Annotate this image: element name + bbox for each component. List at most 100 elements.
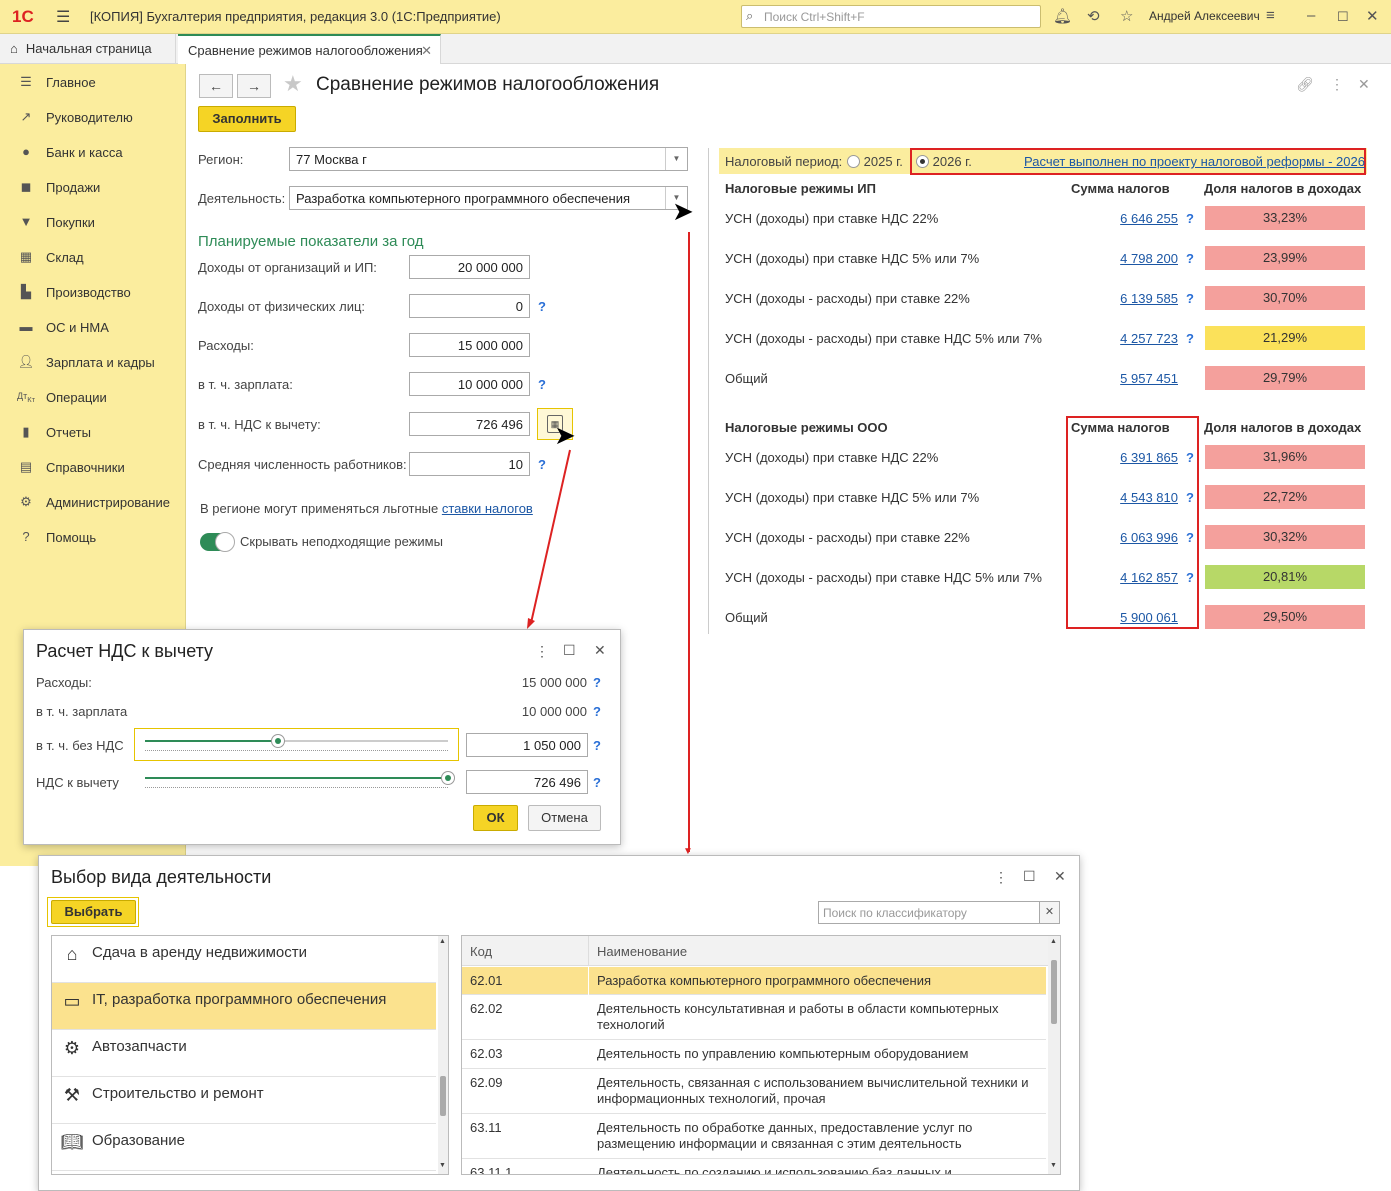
category-item[interactable]: ⚙ Автозапчасти xyxy=(52,1030,436,1077)
no-vat-input[interactable]: 1 050 000 xyxy=(466,733,588,757)
table-row[interactable]: 63.11 Деятельность по обработке данных, … xyxy=(462,1114,1046,1159)
favorites-star-icon[interactable]: ☆ xyxy=(1120,7,1133,25)
sidebar-item-assets[interactable]: ▬ ОС и НМА xyxy=(0,309,186,344)
scroll-up-icon[interactable]: ▲ xyxy=(1050,938,1057,945)
sidebar-item-main[interactable]: ☰ Главное xyxy=(0,64,186,99)
tax-sum-link[interactable]: 4 257 723 xyxy=(1108,331,1178,346)
tab-tax-comparison[interactable]: Сравнение режимов налогообложения ✕ xyxy=(178,34,441,64)
help-icon[interactable]: ? xyxy=(593,738,601,753)
employees-input[interactable]: 10 xyxy=(409,452,530,476)
tax-sum-link[interactable]: 4 543 810 xyxy=(1108,490,1178,505)
salary-input[interactable]: 10 000 000 xyxy=(409,372,530,396)
table-row[interactable]: 62.02 Деятельность консультативная и раб… xyxy=(462,995,1046,1040)
select-button[interactable]: Выбрать xyxy=(51,900,136,924)
sidebar-item-help[interactable]: ? Помощь xyxy=(0,519,186,554)
vat-deduction-input[interactable]: 726 496 xyxy=(409,412,530,436)
maximize-icon[interactable]: ☐ xyxy=(1023,868,1036,885)
bell-icon[interactable]: 🔔︎ xyxy=(1053,7,1072,25)
clear-search-icon[interactable]: ✕ xyxy=(1039,901,1060,924)
tax-sum-link[interactable]: 6 391 865 xyxy=(1108,450,1178,465)
category-scrollbar[interactable]: ▲ ▼ xyxy=(438,936,448,1174)
table-row[interactable]: 63.11.1 Деятельность по созданию и испол… xyxy=(462,1159,1046,1174)
tax-sum-link[interactable]: 6 139 585 xyxy=(1108,291,1178,306)
tab-close-icon[interactable]: ✕ xyxy=(421,43,432,59)
maximize-icon[interactable]: ☐ xyxy=(1337,9,1349,25)
help-icon[interactable]: ? xyxy=(1186,530,1194,545)
scroll-down-icon[interactable]: ▼ xyxy=(1050,1162,1057,1169)
more-icon[interactable]: ⋮ xyxy=(1330,76,1344,93)
vat-deduction-slider[interactable] xyxy=(145,771,455,785)
vat-deduction-dialog-input[interactable]: 726 496 xyxy=(466,770,588,794)
more-icon[interactable]: ⋮ xyxy=(535,643,549,660)
close-icon[interactable]: ✕ xyxy=(1366,7,1379,25)
help-icon[interactable]: ? xyxy=(593,704,601,719)
ok-button[interactable]: ОК xyxy=(473,805,518,831)
link-icon[interactable]: 🔗︎ xyxy=(1296,76,1314,93)
tax-sum-link[interactable]: 4 162 857 xyxy=(1108,570,1178,585)
maximize-icon[interactable]: ☐ xyxy=(563,642,576,659)
category-item[interactable]: ⚒ Строительство и ремонт xyxy=(52,1077,436,1124)
minimize-icon[interactable]: – xyxy=(1307,7,1315,24)
table-row[interactable]: 62.09 Деятельность, связанная с использо… xyxy=(462,1069,1046,1114)
tax-sum-link[interactable]: 6 646 255 xyxy=(1108,211,1178,226)
sidebar-item-operations[interactable]: ДтКт Операции xyxy=(0,379,186,414)
help-icon[interactable]: ? xyxy=(593,675,601,690)
scroll-thumb[interactable] xyxy=(440,1076,446,1116)
income-individuals-input[interactable]: 0 xyxy=(409,294,530,318)
help-icon[interactable]: ? xyxy=(1186,490,1194,505)
main-menu-icon[interactable]: ☰ xyxy=(56,7,70,27)
period-2025-radio[interactable]: 2025 г. xyxy=(847,154,903,169)
tab-home[interactable]: ⌂ Начальная страница xyxy=(0,34,176,64)
slider-knob[interactable] xyxy=(271,734,285,748)
chevron-down-icon[interactable]: ▼ xyxy=(665,148,687,170)
settings-menu-icon[interactable]: ≡ xyxy=(1266,7,1275,24)
form-close-icon[interactable]: ✕ xyxy=(1358,76,1370,93)
back-button[interactable]: ← xyxy=(199,74,233,98)
category-item[interactable]: 📖︎ Образование xyxy=(52,1124,436,1171)
sidebar-item-warehouse[interactable]: ▦ Склад xyxy=(0,239,186,274)
scroll-up-icon[interactable]: ▲ xyxy=(439,938,446,945)
expenses-input[interactable]: 15 000 000 xyxy=(409,333,530,357)
help-icon[interactable]: ? xyxy=(1186,450,1194,465)
col-name-header[interactable]: Наименование xyxy=(597,944,687,959)
user-name[interactable]: Андрей Алексеевич xyxy=(1149,9,1260,23)
scroll-thumb[interactable] xyxy=(1051,960,1057,1024)
close-icon[interactable]: ✕ xyxy=(594,642,606,659)
history-icon[interactable]: ⟲ xyxy=(1087,7,1100,25)
sidebar-item-purchases[interactable]: ▼ Покупки xyxy=(0,204,186,239)
slider-knob[interactable] xyxy=(441,771,455,785)
region-select[interactable]: 77 Москва г ▼ xyxy=(289,147,688,171)
tax-sum-link[interactable]: 5 957 451 xyxy=(1108,371,1178,386)
tax-rates-link[interactable]: ставки налогов xyxy=(442,501,533,516)
global-search-input[interactable]: ⌕ Поиск Ctrl+Shift+F xyxy=(741,5,1041,28)
help-icon[interactable]: ? xyxy=(1186,291,1194,306)
cancel-button[interactable]: Отмена xyxy=(528,805,601,831)
help-icon[interactable]: ? xyxy=(538,299,546,314)
more-icon[interactable]: ⋮ xyxy=(994,869,1008,886)
sidebar-item-production[interactable]: ▙ Производство xyxy=(0,274,186,309)
tax-sum-link[interactable]: 5 900 061 xyxy=(1108,610,1178,625)
sidebar-item-catalogs[interactable]: ▤ Справочники xyxy=(0,449,186,484)
scroll-down-icon[interactable]: ▼ xyxy=(439,1162,446,1169)
help-icon[interactable]: ? xyxy=(1186,331,1194,346)
tax-sum-link[interactable]: 4 798 200 xyxy=(1108,251,1178,266)
sidebar-item-bank[interactable]: ● Банк и касса xyxy=(0,134,186,169)
forward-button[interactable]: → xyxy=(237,74,271,98)
help-icon[interactable]: ? xyxy=(538,377,546,392)
sidebar-item-admin[interactable]: ⚙ Администрирование xyxy=(0,484,186,519)
category-item-selected[interactable]: ▭ IT, разработка программного обеспечения xyxy=(52,983,436,1030)
sidebar-item-reports[interactable]: ▮ Отчеты xyxy=(0,414,186,449)
reform-link[interactable]: Расчет выполнен по проекту налоговой реф… xyxy=(1024,154,1365,169)
activity-select[interactable]: Разработка компьютерного программного об… xyxy=(289,186,688,210)
sidebar-item-salary[interactable]: 👤︎ Зарплата и кадры xyxy=(0,344,186,379)
hide-unsuitable-toggle[interactable] xyxy=(200,532,235,552)
fill-button[interactable]: Заполнить xyxy=(198,106,296,132)
category-item[interactable]: ⌂ Сдача в аренду недвижимости xyxy=(52,936,436,983)
help-icon[interactable]: ? xyxy=(1186,251,1194,266)
table-row[interactable]: 62.03 Деятельность по управлению компьют… xyxy=(462,1040,1046,1069)
help-icon[interactable]: ? xyxy=(1186,570,1194,585)
favorite-star-icon[interactable]: ★ xyxy=(283,71,303,97)
tax-sum-link[interactable]: 6 063 996 xyxy=(1108,530,1178,545)
help-icon[interactable]: ? xyxy=(1186,211,1194,226)
help-icon[interactable]: ? xyxy=(593,775,601,790)
